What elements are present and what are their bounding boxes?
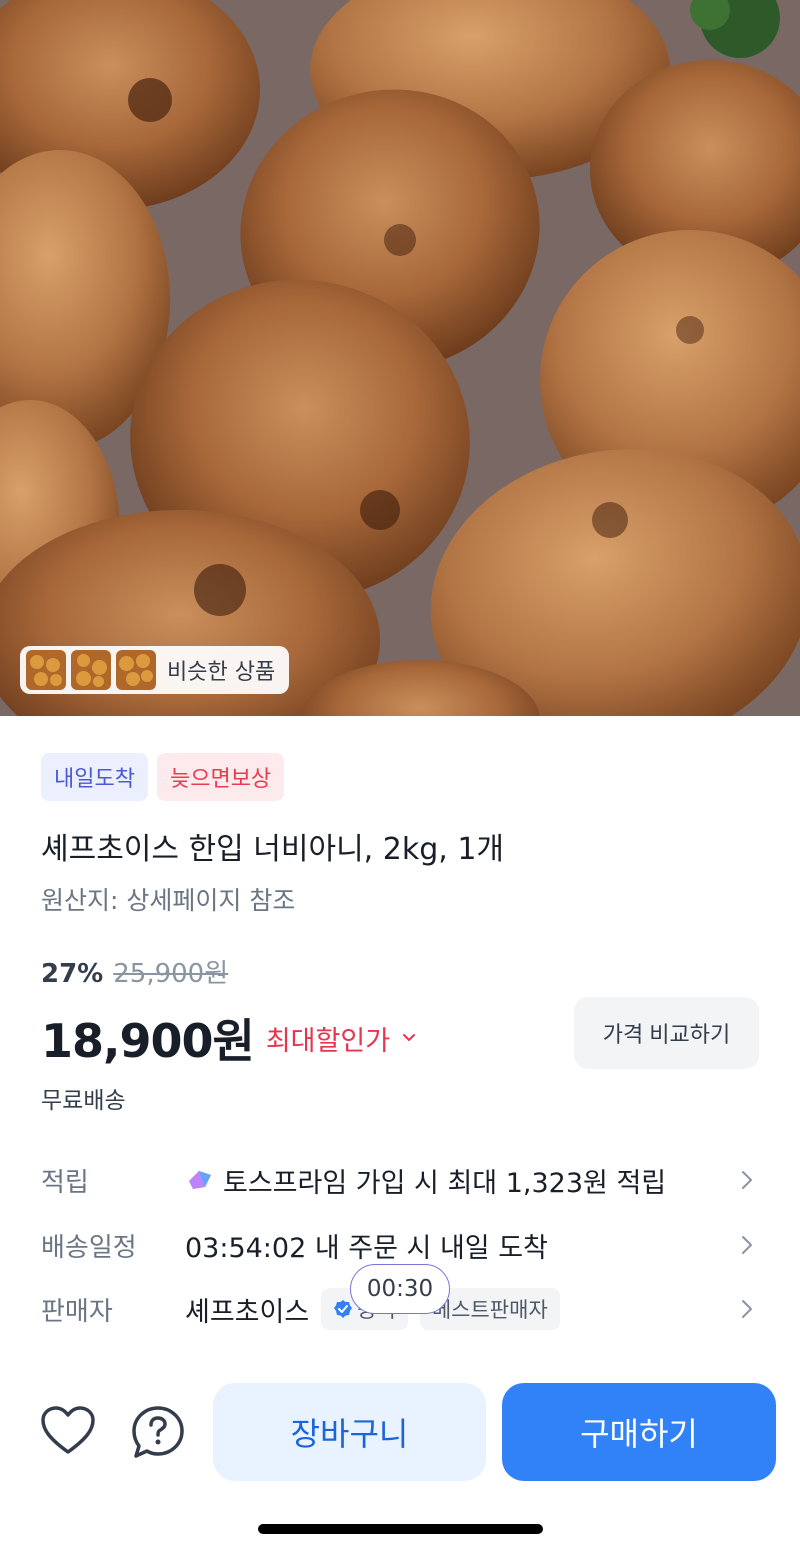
- points-value: 토스프라임 가입 시 최대 1,323원 적립: [223, 1167, 667, 1199]
- product-title: 셰프초이스 한입 너비아니, 2kg, 1개: [41, 832, 505, 867]
- points-row[interactable]: 적립 토스프라임 가입 시 최대 1,323원 적립: [41, 1158, 761, 1202]
- late-compensation-badge: 늦으면보상: [156, 753, 285, 801]
- similar-products-label: 비슷한 상품: [167, 660, 276, 685]
- similar-products-chip[interactable]: 비슷한 상품: [20, 646, 290, 694]
- max-discount-label: 최대할인가: [265, 1025, 391, 1057]
- points-label: 적립: [41, 1167, 89, 1198]
- buy-now-button[interactable]: 구매하기: [502, 1383, 776, 1481]
- similar-product-thumbnail: [26, 650, 66, 690]
- add-to-cart-button[interactable]: 장바구니: [213, 1383, 486, 1481]
- verified-check-icon: [334, 1300, 353, 1318]
- seller-name: 셰프초이스: [185, 1296, 310, 1328]
- heart-icon[interactable]: [40, 1405, 96, 1457]
- compare-price-button[interactable]: 가격 비교하기: [574, 997, 759, 1069]
- chevron-right-icon: [742, 1236, 752, 1254]
- product-origin: 원산지: 상세페이지 참조: [41, 886, 296, 915]
- question-chat-icon[interactable]: [130, 1404, 186, 1460]
- toss-prime-icon: [189, 1171, 211, 1189]
- similar-product-thumbnail: [71, 650, 111, 690]
- product-badges: 내일도착 늦으면보상: [41, 753, 285, 801]
- chevron-right-icon: [742, 1300, 752, 1318]
- home-indicator[interactable]: [258, 1524, 543, 1534]
- discount-row: 27% 25,900원: [41, 953, 228, 990]
- seller-label: 판매자: [41, 1296, 113, 1327]
- shipping-info: 무료배송: [41, 1088, 126, 1114]
- grilled-meat-photo: [0, 0, 800, 716]
- chevron-right-icon: [742, 1171, 752, 1189]
- original-price: 25,900원: [113, 959, 229, 989]
- delivery-value: 03:54:02 내 주문 시 내일 도착: [185, 1232, 548, 1264]
- max-discount-toggle[interactable]: 최대할인가: [266, 1019, 416, 1058]
- discount-rate: 27%: [41, 959, 104, 989]
- delivery-row[interactable]: 배송일정 03:54:02 내 주문 시 내일 도착: [41, 1223, 761, 1267]
- countdown-timer-bubble: 00:30: [350, 1264, 450, 1314]
- chevron-down-icon: [403, 1034, 416, 1041]
- delivery-label: 배송일정: [41, 1232, 137, 1263]
- similar-product-thumbnail: [116, 650, 156, 690]
- price-row: 18,900원 최대할인가: [41, 1005, 416, 1071]
- product-image[interactable]: 비슷한 상품: [0, 0, 800, 716]
- arrival-badge: 내일도착: [41, 753, 148, 801]
- sale-price: 18,900원: [41, 1014, 255, 1068]
